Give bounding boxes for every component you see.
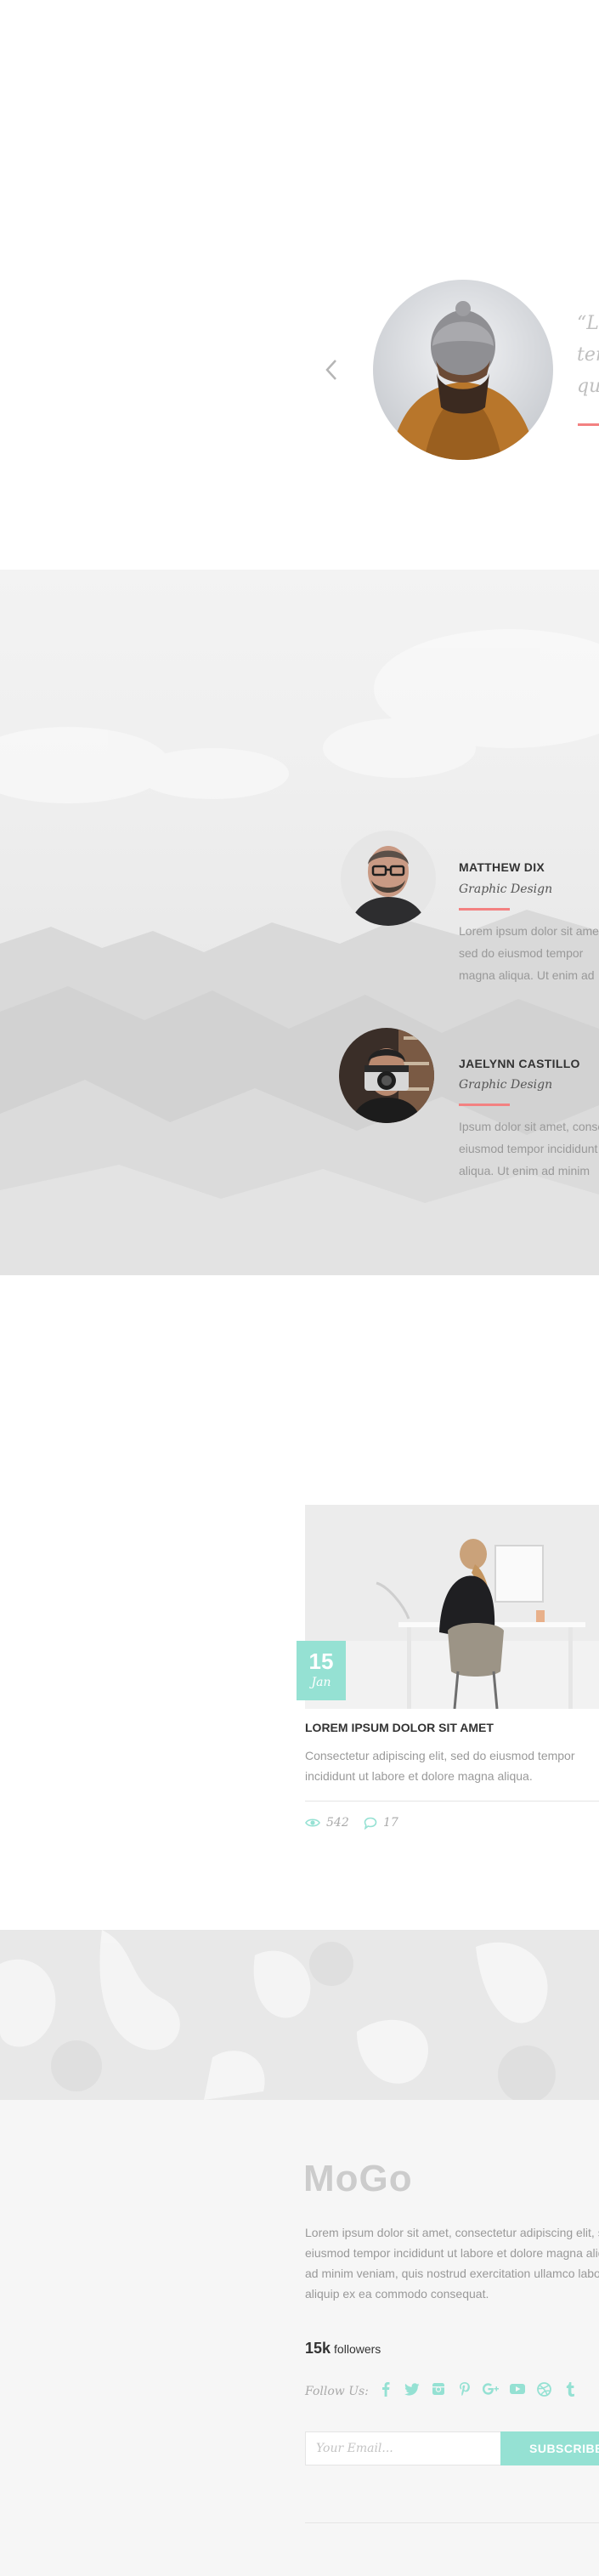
team-section: MATTHEW DIX Graphic Design Lorem ipsum d… bbox=[0, 570, 599, 1275]
views-count: 542 bbox=[326, 1816, 349, 1830]
youtube-icon[interactable] bbox=[509, 2379, 526, 2399]
blog-post-image[interactable] bbox=[305, 1505, 599, 1709]
google-plus-icon[interactable] bbox=[483, 2379, 500, 2399]
followers-count: 15k followers bbox=[305, 2340, 381, 2358]
followers-number: 15k bbox=[305, 2340, 331, 2357]
bio-line: aliqua. Ut enim ad minim bbox=[459, 1164, 591, 1177]
about-line: ad minim veniam, quis nostrud exercitati… bbox=[305, 2267, 599, 2280]
testimonial-quote: “Lorem ipsum dolor sit amet, tempor inci… bbox=[577, 308, 599, 402]
excerpt-line: incididunt ut labore et dolore magna ali… bbox=[305, 1769, 533, 1783]
about-line: aliquip ex ea commodo consequat. bbox=[305, 2287, 489, 2301]
team-member-divider bbox=[459, 908, 510, 911]
team-member-bio: Ipsum dolor sit amet, consectetur eiusmo… bbox=[459, 1115, 599, 1182]
team-member-name: MATTHEW DIX bbox=[459, 860, 545, 874]
about-line: eiusmod tempor incididunt ut labore et d… bbox=[305, 2246, 599, 2260]
quote-line: quis nostrud exercitation bbox=[577, 376, 599, 397]
dribbble-icon[interactable] bbox=[535, 2379, 552, 2399]
blog-post-title[interactable]: LOREM IPSUM DOLOR SIT AMET bbox=[305, 1721, 494, 1734]
comments-count: 17 bbox=[383, 1816, 398, 1830]
pinterest-icon[interactable] bbox=[456, 2379, 473, 2399]
twitter-icon[interactable] bbox=[404, 2379, 421, 2399]
team-member-avatar bbox=[339, 1028, 434, 1123]
bio-line: sed do eiusmod tempor bbox=[459, 946, 584, 960]
comment-icon bbox=[364, 1817, 377, 1830]
quote-divider bbox=[578, 423, 599, 426]
blog-post-excerpt: Consectetur adipiscing elit, sed do eius… bbox=[305, 1745, 599, 1786]
quote-line: “Lorem ipsum dolor sit amet, bbox=[577, 313, 599, 334]
date-month: Jan bbox=[311, 1676, 331, 1689]
chevron-left-icon[interactable] bbox=[321, 355, 343, 384]
footer-divider bbox=[305, 2522, 599, 2523]
footer-logo[interactable]: MoGo bbox=[303, 2158, 413, 2200]
testimonial-section: “Lorem ipsum dolor sit amet, tempor inci… bbox=[0, 0, 599, 570]
followers-label: followers bbox=[334, 2342, 381, 2356]
subscribe-button[interactable]: SUBSCRIBE bbox=[500, 2431, 599, 2465]
facebook-icon[interactable] bbox=[377, 2379, 394, 2399]
bio-line: magna aliqua. Ut enim ad bbox=[459, 968, 595, 982]
quote-line: tempor incididunt ut labore bbox=[577, 344, 599, 366]
excerpt-line: Consectetur adipiscing elit, sed do eius… bbox=[305, 1749, 575, 1762]
team-member-name: JAELYNN CASTILLO bbox=[459, 1057, 580, 1070]
date-badge: 15 Jan bbox=[297, 1641, 346, 1700]
team-member-role: Graphic Design bbox=[459, 882, 553, 896]
blog-section: 15 Jan LOREM IPSUM DOLOR SIT AMET Consec… bbox=[0, 1275, 599, 1930]
team-member-avatar bbox=[341, 831, 436, 926]
bio-line: Lorem ipsum dolor sit amet, bbox=[459, 924, 599, 938]
team-member-role: Graphic Design bbox=[459, 1078, 553, 1092]
image-banner bbox=[0, 1930, 599, 2100]
tumblr-icon[interactable] bbox=[562, 2379, 579, 2399]
team-member-bio: Lorem ipsum dolor sit amet, sed do eiusm… bbox=[459, 920, 599, 986]
email-input[interactable] bbox=[305, 2431, 501, 2465]
comments-counter[interactable]: 17 bbox=[364, 1816, 398, 1830]
about-line: Lorem ipsum dolor sit amet, consectetur … bbox=[305, 2226, 599, 2239]
bio-line: eiusmod tempor incididunt ut bbox=[459, 1142, 599, 1155]
footer-about-text: Lorem ipsum dolor sit amet, consectetur … bbox=[305, 2222, 599, 2304]
date-day: 15 bbox=[308, 1648, 334, 1674]
views-counter[interactable]: 542 bbox=[305, 1816, 349, 1830]
footer-section: MoGo Lorem ipsum dolor sit amet, consect… bbox=[0, 2100, 599, 2576]
team-member-divider bbox=[459, 1104, 510, 1106]
instagram-icon[interactable] bbox=[430, 2379, 447, 2399]
social-links bbox=[377, 2379, 588, 2399]
follow-us-label: Follow Us: bbox=[305, 2385, 369, 2398]
testimonial-photo bbox=[373, 280, 553, 460]
eye-icon bbox=[305, 1819, 320, 1827]
bio-line: Ipsum dolor sit amet, consectetur bbox=[459, 1120, 599, 1133]
